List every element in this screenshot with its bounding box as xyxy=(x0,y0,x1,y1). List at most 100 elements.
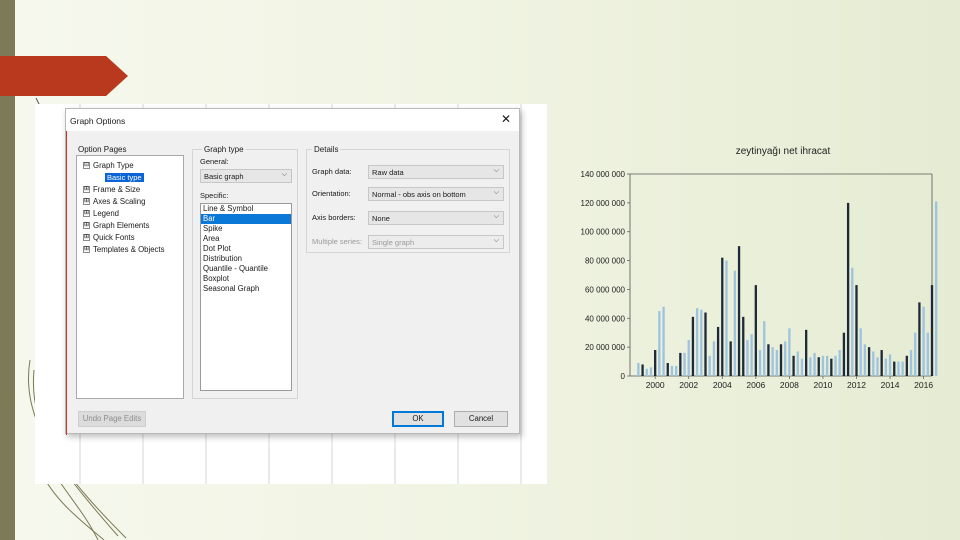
specific-item-dot-plot[interactable]: Dot Plot xyxy=(201,244,291,254)
specific-item-seasonal-graph[interactable]: Seasonal Graph xyxy=(201,284,291,294)
chart-bar xyxy=(830,358,833,376)
dialog-body: Option Pages ⊟ Graph Type Basic type ⊞ Fra… xyxy=(66,131,519,435)
chart-bar xyxy=(767,344,770,376)
chart-bar xyxy=(712,341,716,376)
chart-bar xyxy=(905,355,908,376)
chart-bar xyxy=(884,358,888,376)
general-select[interactable]: Basic graph ⌵ xyxy=(200,169,292,183)
tree-item-label: Legend xyxy=(93,209,120,218)
chart-bar xyxy=(888,354,892,376)
chart-bar xyxy=(763,321,766,376)
chart-bar xyxy=(834,355,837,376)
chart-bar xyxy=(700,309,703,376)
x-tick-label: 2008 xyxy=(780,380,799,390)
multiple-series-label: Multiple series: xyxy=(312,237,363,246)
chart-bar xyxy=(855,285,858,376)
orientation-select[interactable]: Normal - obs axis on bottom ⌵ xyxy=(368,187,504,201)
chart-bar xyxy=(666,363,669,376)
chart-plot: 0 20 000 000 40 000 000 60 000 000 80 000 00… xyxy=(581,170,938,390)
x-tick-label: 2002 xyxy=(679,380,698,390)
expand-icon[interactable]: ⊞ xyxy=(83,186,90,194)
graph-type-heading: Graph type xyxy=(202,145,246,154)
graph-data-value: Raw data xyxy=(372,168,404,177)
chart-bar xyxy=(737,246,741,376)
specific-item-boxplot[interactable]: Boxplot xyxy=(201,274,291,284)
specific-item-distribution[interactable]: Distribution xyxy=(201,254,291,264)
multiple-series-select[interactable]: Single graph ⌵ xyxy=(368,235,504,249)
option-pages-heading: Option Pages xyxy=(78,145,127,154)
specific-item-spike[interactable]: Spike xyxy=(201,224,291,234)
y-tick-label: 20 000 000 xyxy=(585,343,626,352)
specific-item-quantile[interactable]: Quantile - Quantile xyxy=(201,264,291,274)
close-icon[interactable]: ✕ xyxy=(501,113,511,125)
graph-data-select[interactable]: Raw data ⌵ xyxy=(368,165,504,179)
x-tick-label: 2012 xyxy=(847,380,866,390)
x-tick-label: 2014 xyxy=(881,380,900,390)
chart-bar xyxy=(658,311,661,376)
expand-icon[interactable]: ⊞ xyxy=(83,198,90,206)
collapse-icon[interactable]: ⊟ xyxy=(83,162,90,170)
axis-borders-select[interactable]: None ⌵ xyxy=(368,211,504,225)
tree-item-frame-size[interactable]: ⊞ Frame & Size xyxy=(83,185,140,194)
expand-icon[interactable]: ⊞ xyxy=(83,210,90,218)
graph-data-label: Graph data: xyxy=(312,167,352,176)
chevron-down-icon: ⌵ xyxy=(493,237,499,244)
dialog-titlebar: Graph Options ✕ xyxy=(66,109,519,131)
slide-accent-tab xyxy=(0,56,128,96)
option-pages-tree: ⊟ Graph Type Basic type ⊞ Frame & Size ⊞ Ax… xyxy=(76,155,184,399)
tree-item-basic-type[interactable]: Basic type xyxy=(105,173,144,182)
chart-bar xyxy=(901,361,904,376)
orientation-label: Orientation: xyxy=(312,189,351,198)
tree-item-quick-fonts[interactable]: ⊞ Quick Fonts xyxy=(83,233,135,242)
chart-bar xyxy=(742,316,745,376)
chart-bar xyxy=(758,350,762,376)
y-tick-label: 140 000 000 xyxy=(581,170,626,179)
chevron-down-icon: ⌵ xyxy=(281,171,287,178)
chart-bar xyxy=(788,328,791,376)
chart-bar xyxy=(909,350,913,376)
chart-bar xyxy=(872,351,875,376)
chart-bar xyxy=(754,285,757,376)
chart-bar xyxy=(779,344,783,376)
cancel-button[interactable]: Cancel xyxy=(454,411,508,427)
chart-bar xyxy=(683,352,686,376)
chart-bar xyxy=(846,202,850,376)
window-edge xyxy=(66,131,67,435)
expand-icon[interactable]: ⊞ xyxy=(83,246,90,254)
chart-bar xyxy=(805,329,808,376)
chart-bar xyxy=(863,344,867,376)
specific-item-area[interactable]: Area xyxy=(201,234,291,244)
chart-bar xyxy=(817,357,820,376)
undo-page-edits-button[interactable]: Undo Page Edits xyxy=(78,411,146,427)
y-tick-label: 60 000 000 xyxy=(585,285,626,294)
chart-bar xyxy=(775,350,778,376)
chart-bar xyxy=(930,285,934,376)
chart-bar xyxy=(771,347,774,376)
chart-bar xyxy=(796,351,799,376)
chart-bar xyxy=(725,260,728,376)
tree-item-legend[interactable]: ⊞ Legend xyxy=(83,209,119,218)
chart-bar xyxy=(851,267,854,376)
tree-item-axes-scaling[interactable]: ⊞ Axes & Scaling xyxy=(83,197,145,206)
expand-icon[interactable]: ⊞ xyxy=(83,222,90,230)
axis-borders-value: None xyxy=(372,214,390,223)
tree-item-graph-elements[interactable]: ⊞ Graph Elements xyxy=(83,221,149,230)
specific-item-bar[interactable]: Bar xyxy=(201,214,291,224)
chart-bar xyxy=(821,355,825,376)
chart-bar xyxy=(733,270,737,376)
specific-item-line-symbol[interactable]: Line & Symbol xyxy=(201,204,291,214)
chart-bar xyxy=(918,302,921,376)
graph-options-dialog: Graph Options ✕ Option Pages ⊟ Graph Type… xyxy=(65,108,520,435)
chart-bar xyxy=(637,363,640,376)
ok-button[interactable]: OK xyxy=(392,411,444,427)
y-tick-label: 0 xyxy=(621,372,626,381)
x-tick-label: 2000 xyxy=(646,380,665,390)
chart-bar xyxy=(716,326,720,376)
expand-icon[interactable]: ⊞ xyxy=(83,234,90,242)
chart-bar xyxy=(729,341,732,376)
chart-bar xyxy=(792,355,795,376)
specific-label: Specific: xyxy=(200,191,229,200)
tree-item-templates-objects[interactable]: ⊞ Templates & Objects xyxy=(83,245,165,254)
chart-bar xyxy=(670,365,674,376)
tree-item-graph-type[interactable]: ⊟ Graph Type xyxy=(83,161,134,170)
